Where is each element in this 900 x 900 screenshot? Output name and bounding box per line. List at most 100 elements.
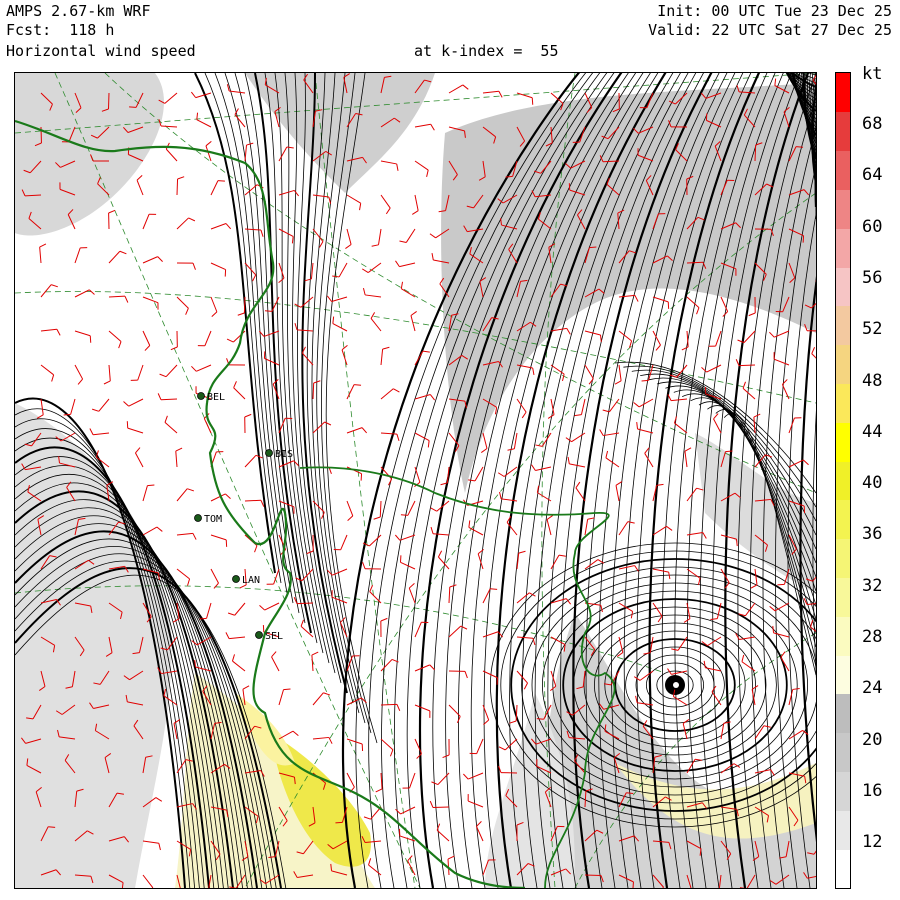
wind-barb-shaft xyxy=(380,738,394,751)
wind-barb-shaft xyxy=(74,247,81,264)
wind-barb-shaft xyxy=(380,432,397,435)
wind-speed-patch xyxy=(245,73,435,193)
wind-barb-shaft xyxy=(754,769,771,774)
wind-barb-flag xyxy=(319,241,324,248)
colorbar-segment xyxy=(836,577,850,617)
wind-barb-flag xyxy=(411,210,419,215)
wind-barb xyxy=(142,330,151,351)
wind-barb-flag xyxy=(291,236,294,244)
colorbar-segment xyxy=(836,150,850,190)
wind-barb-flag xyxy=(231,654,236,662)
wind-barb-flag xyxy=(509,720,517,724)
wind-barb-shaft xyxy=(346,738,363,745)
wind-barb-flag xyxy=(213,582,219,589)
wind-barb-flag xyxy=(187,488,195,492)
wind-barb xyxy=(164,415,178,434)
wind-barb-shaft xyxy=(774,330,790,338)
wind-barb-flag xyxy=(375,788,383,793)
wind-barb-flag xyxy=(345,244,352,249)
forecast-hour: Fcst: 118 h xyxy=(6,21,115,39)
wind-barb-shaft xyxy=(142,526,158,536)
cyclone-eye xyxy=(673,682,679,688)
wind-barb-flag xyxy=(119,250,127,255)
wind-barb xyxy=(584,330,602,342)
map-canvas: BIS TOM LAN SEL BEL xyxy=(15,73,816,888)
wind-barb-shaft xyxy=(414,704,431,712)
wind-barb-flag xyxy=(158,843,161,851)
wind-barb xyxy=(652,602,663,623)
wind-barb xyxy=(811,347,816,359)
wind-barb-shaft xyxy=(176,488,188,502)
wind-barb-flag xyxy=(396,704,401,712)
wind-barb xyxy=(176,568,191,586)
wind-barb-shaft xyxy=(210,296,218,313)
wind-barb-flag xyxy=(50,284,58,288)
wind-barb-shaft xyxy=(615,485,620,502)
wind-barb-flag xyxy=(51,374,55,382)
wind-barb-shaft xyxy=(160,398,178,401)
wind-barb-shaft xyxy=(365,294,382,298)
wind-barb xyxy=(361,262,382,274)
wind-barb xyxy=(210,534,228,547)
wind-barb-flag xyxy=(400,514,408,516)
colorbar-segment xyxy=(836,499,850,540)
wind-barb-flag xyxy=(684,447,692,452)
wind-barb-flag xyxy=(695,758,703,761)
wind-barb-shaft xyxy=(535,466,552,471)
wind-barb-shaft xyxy=(738,364,756,367)
wind-barb-flag xyxy=(293,190,300,197)
wind-barb-flag xyxy=(437,550,443,558)
wind-barb-flag xyxy=(123,401,130,407)
wind-barb-shaft xyxy=(346,228,352,245)
wind-barb xyxy=(170,330,178,351)
colorbar-segment xyxy=(836,849,850,888)
wind-barb-flag xyxy=(224,493,231,499)
wind-barb-shaft xyxy=(638,398,654,408)
wind-barb-flag xyxy=(237,312,245,316)
wind-barb-flag xyxy=(369,585,374,592)
wind-barb-flag xyxy=(810,620,814,628)
wind-barb xyxy=(40,328,61,336)
wind-barb-shaft xyxy=(409,772,416,789)
wind-barb xyxy=(176,532,197,540)
wind-barb-shaft xyxy=(405,228,416,243)
wind-barb xyxy=(126,421,144,434)
wind-barb xyxy=(407,855,416,876)
wind-barb-shaft xyxy=(482,631,499,638)
wind-barb-shaft xyxy=(233,330,246,343)
wind-barb-shaft xyxy=(176,178,179,196)
wind-barb xyxy=(410,311,417,332)
wind-barb-flag xyxy=(103,380,111,385)
wind-barb-flag xyxy=(347,515,354,522)
wind-barb xyxy=(773,352,790,366)
wind-barb-shaft xyxy=(40,284,52,298)
colorbar-segment xyxy=(836,810,850,850)
wind-barb-shaft xyxy=(414,622,422,638)
wind-barb-flag xyxy=(129,106,137,108)
wind-barb xyxy=(618,330,633,348)
wind-barb xyxy=(103,364,111,385)
wind-barb-flag xyxy=(626,792,634,794)
wind-barb-shaft xyxy=(652,602,663,617)
wind-barb-shaft xyxy=(142,214,150,230)
wind-barb-flag xyxy=(56,328,61,336)
wind-barb-flag xyxy=(324,421,332,426)
wind-barb-shaft xyxy=(467,800,484,808)
wind-barb xyxy=(108,209,116,230)
wind-barb-flag xyxy=(155,797,163,802)
wind-barb-shaft xyxy=(367,262,382,273)
wind-barb xyxy=(234,108,246,128)
valid-time: Valid: 22 UTC Sat 27 Dec 25 xyxy=(648,21,892,39)
wind-barb xyxy=(652,568,671,580)
wind-barb-shaft xyxy=(107,92,110,110)
wind-barb-flag xyxy=(811,347,816,354)
wind-barb-flag xyxy=(242,685,250,690)
wind-barb-shaft xyxy=(210,223,227,230)
wind-barb-flag xyxy=(627,521,635,524)
station-marker xyxy=(255,631,263,639)
wind-barb xyxy=(652,296,670,309)
wind-barb-shaft xyxy=(584,519,589,536)
wind-barb xyxy=(565,432,586,443)
colorbar-segment xyxy=(836,267,850,307)
wind-barb-shaft xyxy=(339,622,348,638)
